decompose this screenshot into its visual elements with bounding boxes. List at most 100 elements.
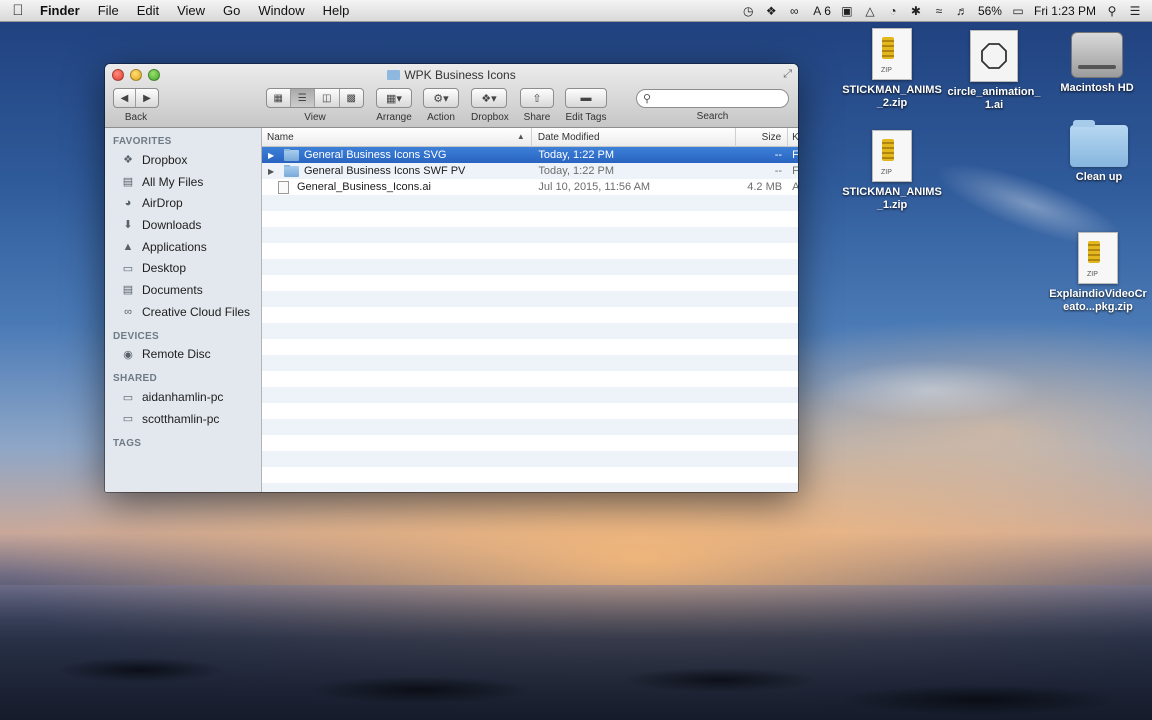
menu-file[interactable]: File xyxy=(89,3,128,18)
menu-view[interactable]: View xyxy=(168,3,214,18)
window-titlebar[interactable]: WPK Business Icons ⤢ ◀ ▶ Back ▦ ☰ ◫ ▩ Vi… xyxy=(105,64,798,128)
desktop-folder-clean-up[interactable]: Clean up xyxy=(1049,120,1149,184)
sidebar-header-tags: TAGS xyxy=(113,437,142,449)
list-header: Name ▲ Date Modified Size K xyxy=(262,127,798,147)
desktop-drive-macintosh-hd[interactable]: Macintosh HD xyxy=(1047,32,1147,95)
menu-help[interactable]: Help xyxy=(314,3,359,18)
search-icon: ⚲ xyxy=(643,93,652,105)
menu-go[interactable]: Go xyxy=(214,3,249,18)
menu-window[interactable]: Window xyxy=(249,3,313,18)
column-header-size[interactable]: Size xyxy=(736,132,787,143)
sidebar-item-label: Creative Cloud Files xyxy=(142,304,251,319)
sidebar-item-all-my-files[interactable]: ▤ All My Files xyxy=(105,171,261,193)
sidebar-item-dropbox[interactable]: ❖ Dropbox xyxy=(105,149,261,171)
zip-file-icon: ZIP xyxy=(872,28,912,80)
column-header-kind[interactable]: K xyxy=(788,132,798,143)
bluetooth-icon[interactable]: ✱ xyxy=(909,4,923,18)
arrange-icon: ▦▾ xyxy=(386,92,402,105)
edit-tags-label: Edit Tags xyxy=(565,112,607,123)
fullscreen-icon[interactable]: ⤢ xyxy=(783,68,792,81)
clock-sync-icon[interactable]: ◔ xyxy=(886,4,900,18)
wifi-icon[interactable]: ≈ xyxy=(932,4,946,18)
creative-cloud-status-icon[interactable]: ∞ xyxy=(787,4,801,18)
airplay-icon[interactable]: △ xyxy=(863,4,877,18)
desktop-file-stickman-anims-2[interactable]: ZIP STICKMAN_ANIMS_2.zip xyxy=(842,28,942,110)
sidebar-item-applications[interactable]: ▲ Applications xyxy=(105,236,261,258)
disclosure-triangle-icon[interactable]: ▶ xyxy=(268,167,278,176)
forward-button[interactable]: ▶ xyxy=(136,89,158,107)
notification-center-icon[interactable]: ☰ xyxy=(1128,4,1142,18)
desktop-cloud xyxy=(820,360,1040,420)
back-button[interactable]: ◀ xyxy=(114,89,137,107)
table-row[interactable]: General_Business_Icons.ai Jul 10, 2015, … xyxy=(262,179,798,195)
column-header-name-label: Name xyxy=(267,131,294,143)
desktop-icon-label: STICKMAN_ANIMS_1.zip xyxy=(842,186,942,211)
row-name-cell: ▶ General Business Icons SWF PV xyxy=(262,165,532,177)
file-list: Name ▲ Date Modified Size K ▶ General Bu… xyxy=(262,127,798,492)
sidebar-item-downloads[interactable]: ⬇ Downloads xyxy=(105,214,261,236)
dropbox-label: Dropbox xyxy=(471,112,509,123)
battery-icon[interactable]: ▭ xyxy=(1011,4,1025,18)
desktop-file-stickman-anims-1[interactable]: ZIP STICKMAN_ANIMS_1.zip xyxy=(842,130,942,212)
sidebar-item-aidanhamlin-pc[interactable]: ▭ aidanhamlin-pc xyxy=(105,386,261,408)
sidebar-item-airdrop[interactable]: ◕ AirDrop xyxy=(105,192,261,214)
menu-app-finder[interactable]: Finder xyxy=(36,3,89,18)
share-label: Share xyxy=(523,112,551,123)
sidebar: FAVORITES ❖ Dropbox ▤ All My Files ◕ AirDro… xyxy=(105,128,262,492)
dropbox-status-icon[interactable]: ❖ xyxy=(764,4,778,18)
adobe-update-status[interactable]: A6 xyxy=(810,4,831,18)
sidebar-header-devices: DEVICES xyxy=(113,330,160,342)
screen-recorder-icon[interactable]: ▣ xyxy=(840,4,854,18)
sidebar-item-documents[interactable]: ▤ Documents xyxy=(105,279,261,301)
edit-tags-group: ▬ Edit Tags xyxy=(565,88,607,123)
back-label: Back xyxy=(124,112,148,123)
sidebar-item-creative-cloud[interactable]: ∞ Creative Cloud Files xyxy=(105,301,261,323)
cover-flow-icon[interactable]: ▩ xyxy=(340,89,363,107)
share-button[interactable]: ⇧ xyxy=(520,88,554,108)
apple-menu-icon[interactable]:  xyxy=(0,2,36,19)
gear-icon: ⚙▾ xyxy=(433,92,449,105)
adobe-icon: A xyxy=(813,3,822,18)
desktop-icon-label: circle_animation_1.ai xyxy=(947,86,1041,111)
sidebar-item-desktop[interactable]: ▭ Desktop xyxy=(105,257,261,279)
file-name: General Business Icons SWF PV xyxy=(304,165,466,177)
menu-bar:  Finder File Edit View Go Window Help ◷… xyxy=(0,0,1152,22)
desktop-icon-label: Clean up xyxy=(1075,171,1123,183)
file-name: General Business Icons SVG xyxy=(304,149,447,161)
sidebar-item-remote-disc[interactable]: ◉ Remote Disc xyxy=(105,344,261,366)
action-button[interactable]: ⚙▾ xyxy=(423,88,459,108)
table-row[interactable]: ▶ General Business Icons SVG Today, 1:22… xyxy=(262,147,798,163)
search-input[interactable]: ⚲ xyxy=(636,89,789,108)
spotlight-search-icon[interactable]: ⚲ xyxy=(1105,4,1119,18)
arrange-button[interactable]: ▦▾ xyxy=(376,88,412,108)
icon-view-icon[interactable]: ▦ xyxy=(267,89,291,107)
edit-tags-button[interactable]: ▬ xyxy=(565,88,607,108)
file-size: 4.2 MB xyxy=(747,181,783,193)
desktop-file-explaindio[interactable]: ZIP ExplaindioVideoCreato...pkg.zip xyxy=(1048,232,1148,314)
arrange-label: Arrange xyxy=(376,112,412,123)
time-machine-icon[interactable]: ◷ xyxy=(741,4,755,18)
desktop-icon: ▭ xyxy=(122,262,134,275)
disclosure-triangle-icon[interactable]: ▶ xyxy=(268,151,278,160)
menu-clock[interactable]: Fri 1:23 PM xyxy=(1034,4,1096,18)
table-row[interactable]: ▶ General Business Icons SWF PV Today, 1… xyxy=(262,163,798,179)
sidebar-item-label: scotthamlin-pc xyxy=(142,411,220,426)
file-date: Jul 10, 2015, 11:56 AM xyxy=(538,181,651,193)
dropbox-button[interactable]: ❖▾ xyxy=(471,88,507,108)
list-view-icon[interactable]: ☰ xyxy=(290,89,316,107)
menu-edit[interactable]: Edit xyxy=(128,3,168,18)
list-rows: ▶ General Business Icons SVG Today, 1:22… xyxy=(262,147,798,492)
status-area: ◷ ❖ ∞ A6 ▣ △ ◔ ✱ ≈ ♬ 56% ▭ Fri 1:23 PM ⚲… xyxy=(741,4,1152,18)
column-header-date[interactable]: Date Modified xyxy=(532,132,735,143)
desktop-icon-label: ExplaindioVideoCreato...pkg.zip xyxy=(1049,288,1147,313)
battery-percent[interactable]: 56% xyxy=(978,4,1002,18)
desktop-file-circle-animation[interactable]: circle_animation_1.ai xyxy=(944,30,1044,112)
volume-icon[interactable]: ♬ xyxy=(955,4,969,18)
sidebar-item-scotthamlin-pc[interactable]: ▭ scotthamlin-pc xyxy=(105,408,261,430)
file-size: -- xyxy=(774,165,783,177)
dropbox-group: ❖▾ Dropbox xyxy=(471,88,509,123)
column-header-name[interactable]: Name ▲ xyxy=(262,132,531,143)
sort-ascending-icon: ▲ xyxy=(516,131,525,141)
column-view-icon[interactable]: ◫ xyxy=(315,89,340,107)
folder-icon xyxy=(284,149,299,161)
